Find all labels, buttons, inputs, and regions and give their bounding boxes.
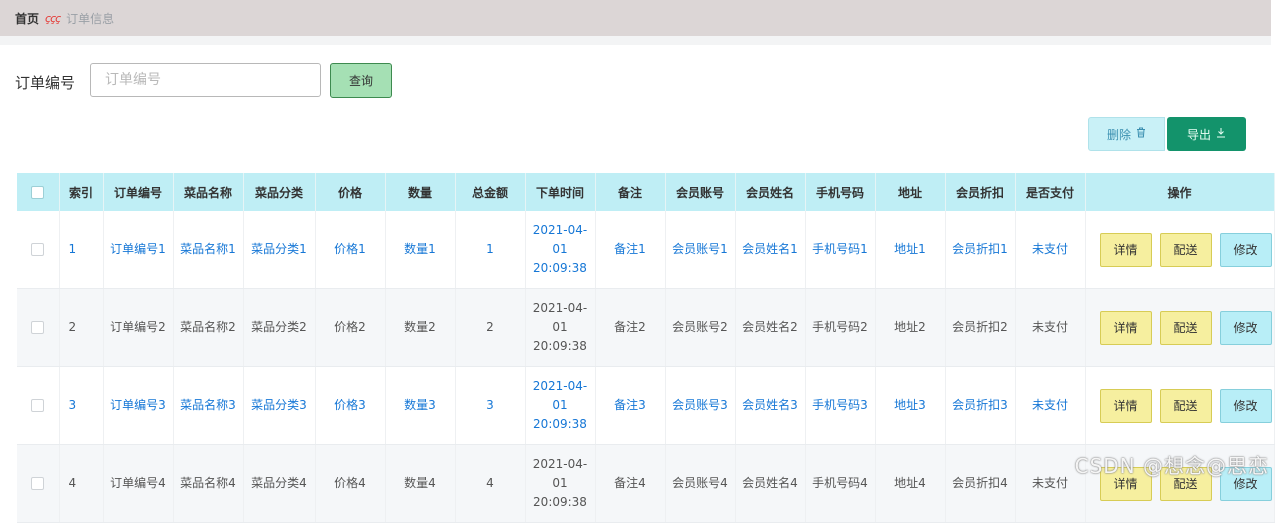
cell-address: 地址1 bbox=[875, 211, 946, 289]
row-checkbox[interactable] bbox=[31, 399, 45, 412]
column-header[interactable]: 价格 bbox=[315, 173, 386, 211]
cell-paid: 未支付 bbox=[1015, 288, 1086, 367]
cell-index: 3 bbox=[59, 366, 104, 445]
cell-phone: 手机号码3 bbox=[805, 366, 876, 445]
detail-button[interactable]: 详情 bbox=[1099, 388, 1152, 423]
export-label: 导出 bbox=[1186, 127, 1211, 142]
cell-qty: 数量2 bbox=[385, 288, 456, 367]
order-number-search-input[interactable] bbox=[90, 63, 321, 97]
trash-icon bbox=[1136, 127, 1146, 141]
row-checkbox[interactable] bbox=[31, 243, 45, 256]
select-all-checkbox[interactable] bbox=[31, 186, 45, 199]
column-header[interactable]: 菜品名称 bbox=[173, 173, 244, 211]
cell-total: 3 bbox=[455, 366, 526, 445]
cell-order-no: 订单编号1 bbox=[103, 211, 174, 289]
cell-total: 2 bbox=[455, 288, 526, 367]
column-header[interactable]: 索引 bbox=[59, 173, 104, 211]
column-header[interactable]: 会员账号 bbox=[665, 173, 736, 211]
ship-button[interactable]: 配送 bbox=[1159, 388, 1212, 423]
column-header[interactable]: 手机号码 bbox=[805, 173, 876, 211]
cell-note: 备注1 bbox=[595, 211, 666, 289]
cell-name: 会员姓名3 bbox=[735, 366, 806, 445]
cell-account: 会员账号1 bbox=[665, 211, 736, 289]
search-label: 订单编号 bbox=[15, 74, 76, 92]
column-header[interactable]: 总金额 bbox=[455, 173, 526, 211]
breadcrumb: 首页 ççç 订单信息 bbox=[0, 0, 1271, 36]
column-header[interactable]: 地址 bbox=[875, 173, 946, 211]
column-header[interactable]: 菜品分类 bbox=[243, 173, 316, 211]
cell-price: 价格2 bbox=[315, 288, 386, 367]
cell-index: 2 bbox=[59, 288, 104, 367]
cell-time: 2021-04-01 20:09:38 bbox=[525, 288, 596, 367]
cell-account: 会员账号2 bbox=[665, 288, 736, 367]
watermark: CSDN @想念@思恋 bbox=[1074, 454, 1269, 478]
ship-button[interactable]: 配送 bbox=[1159, 310, 1212, 345]
column-header[interactable]: 下单时间 bbox=[525, 173, 596, 211]
cell-index: 1 bbox=[59, 211, 104, 289]
cell-total: 1 bbox=[455, 211, 526, 289]
detail-button[interactable]: 详情 bbox=[1099, 310, 1152, 345]
detail-button[interactable]: 详情 bbox=[1099, 232, 1152, 267]
column-header[interactable]: 是否支付 bbox=[1015, 173, 1086, 211]
column-header[interactable]: 数量 bbox=[385, 173, 456, 211]
cell-time: 2021-04-01 20:09:38 bbox=[525, 366, 596, 445]
cell-dish: 菜品名称2 bbox=[173, 288, 244, 367]
cell-discount: 会员折扣3 bbox=[945, 366, 1016, 445]
breadcrumb-separator: ççç bbox=[45, 11, 61, 25]
cell-discount: 会员折扣2 bbox=[945, 288, 1016, 367]
column-header[interactable]: 会员折扣 bbox=[945, 173, 1016, 211]
cell-discount: 会员折扣1 bbox=[945, 211, 1016, 289]
cell-name: 会员姓名2 bbox=[735, 288, 806, 367]
table-row[interactable]: 2 订单编号2 菜品名称2 菜品分类2 价格2 数量2 2 2021-04-01… bbox=[17, 288, 1275, 367]
cell-price: 价格3 bbox=[315, 366, 386, 445]
cell-category: 菜品分类3 bbox=[243, 366, 316, 445]
table-row[interactable]: 1 订单编号1 菜品名称1 菜品分类1 价格1 数量1 1 2021-04-01… bbox=[17, 211, 1275, 289]
cell-address: 地址3 bbox=[875, 366, 946, 445]
cell-order-no: 订单编号3 bbox=[103, 366, 174, 445]
cell-address: 地址2 bbox=[875, 288, 946, 367]
edit-button[interactable]: 修改 bbox=[1219, 310, 1272, 345]
row-checkbox[interactable] bbox=[31, 321, 45, 334]
edit-button[interactable]: 修改 bbox=[1219, 232, 1272, 267]
cell-qty: 数量3 bbox=[385, 366, 456, 445]
cell-name: 会员姓名1 bbox=[735, 211, 806, 289]
cell-dish: 菜品名称3 bbox=[173, 366, 244, 445]
cell-note: 备注2 bbox=[595, 288, 666, 367]
query-button[interactable]: 查询 bbox=[330, 63, 392, 98]
table-header-row: 索引 订单编号 菜品名称 菜品分类 价格 数量 总金额 下单时间 备注 会员账号… bbox=[17, 173, 1275, 211]
cell-phone: 手机号码1 bbox=[805, 211, 876, 289]
column-header[interactable]: 备注 bbox=[595, 173, 666, 211]
export-button[interactable]: 导出 bbox=[1167, 117, 1246, 151]
cell-note: 备注3 bbox=[595, 366, 666, 445]
cell-order-no: 订单编号2 bbox=[103, 288, 174, 367]
cell-paid: 未支付 bbox=[1015, 366, 1086, 445]
delete-label: 删除 bbox=[1106, 127, 1131, 142]
delete-button[interactable]: 删除 bbox=[1088, 117, 1165, 151]
breadcrumb-home[interactable]: 首页 bbox=[15, 10, 39, 27]
download-icon bbox=[1216, 127, 1226, 141]
select-all-header[interactable] bbox=[17, 173, 60, 211]
column-header[interactable]: 会员姓名 bbox=[735, 173, 806, 211]
table-row[interactable]: 3 订单编号3 菜品名称3 菜品分类3 价格3 数量3 3 2021-04-01… bbox=[17, 366, 1275, 445]
cell-paid: 未支付 bbox=[1015, 211, 1086, 289]
column-header[interactable]: 订单编号 bbox=[103, 173, 174, 211]
edit-button[interactable]: 修改 bbox=[1219, 388, 1272, 423]
breadcrumb-current: 订单信息 bbox=[66, 11, 115, 26]
cell-phone: 手机号码2 bbox=[805, 288, 876, 367]
header-divider bbox=[0, 36, 1271, 45]
cell-dish: 菜品名称1 bbox=[173, 211, 244, 289]
cell-account: 会员账号3 bbox=[665, 366, 736, 445]
cell-category: 菜品分类1 bbox=[243, 211, 316, 289]
column-header-actions: 操作 bbox=[1085, 173, 1275, 211]
ship-button[interactable]: 配送 bbox=[1159, 232, 1212, 267]
cell-time: 2021-04-01 20:09:38 bbox=[525, 211, 596, 289]
cell-qty: 数量1 bbox=[385, 211, 456, 289]
cell-price: 价格1 bbox=[315, 211, 386, 289]
cell-category: 菜品分类2 bbox=[243, 288, 316, 367]
